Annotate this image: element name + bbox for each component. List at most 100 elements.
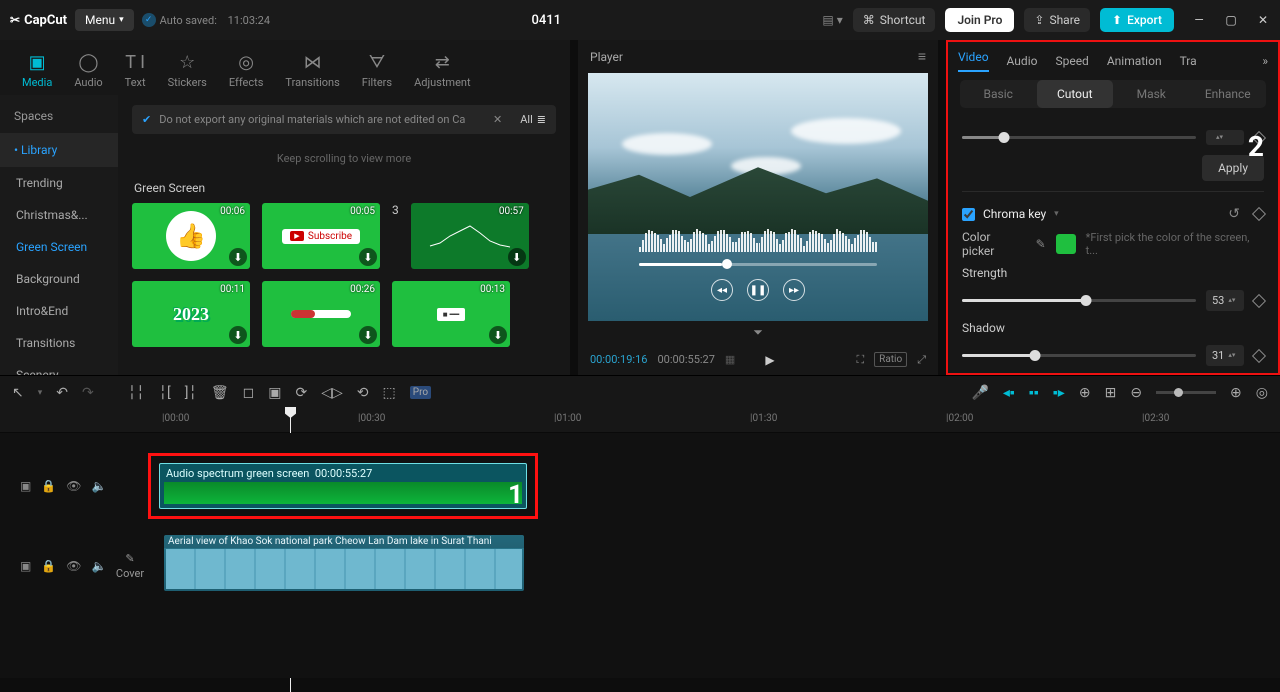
spinner-icon[interactable]: ▴▾ (1228, 352, 1235, 359)
menu-button[interactable]: Menu (75, 9, 134, 31)
tab-video-props[interactable]: Video (958, 50, 989, 72)
next-icon[interactable]: ▸▸ (783, 279, 805, 301)
shadow-value[interactable]: 31▴▾ (1206, 345, 1244, 366)
mirror-icon[interactable]: ◁▷ (321, 385, 343, 401)
track-group-icon[interactable]: ▣ (20, 559, 31, 573)
sidebar-item-transitions[interactable]: Transitions (0, 327, 118, 359)
tab-audio[interactable]: ◯Audio (64, 46, 112, 95)
collapse-icon[interactable]: ⏷ (578, 321, 938, 344)
track-visibility-icon[interactable]: 👁 (66, 559, 81, 573)
prev-icon[interactable]: ◂◂ (711, 279, 733, 301)
timeline-clip-overlay[interactable]: Audio spectrum green screen 00:00:55:27 (159, 463, 527, 509)
tab-filters[interactable]: ᗊFilters (352, 46, 402, 95)
tab-audio-props[interactable]: Audio (1007, 54, 1038, 68)
layout-icon[interactable]: ▤ ▾ (822, 13, 842, 27)
split-right-icon[interactable]: ]╎ (185, 385, 197, 401)
media-thumb[interactable]: ■ ━━ 00:13 ⬇ (392, 281, 510, 347)
tab-animation-props[interactable]: Animation (1107, 54, 1162, 68)
split-left-icon[interactable]: ╎[ (159, 385, 171, 401)
strength-value[interactable]: 53▴▾ (1206, 290, 1244, 311)
download-icon[interactable]: ⬇ (359, 326, 377, 344)
tab-transitions[interactable]: ⋈Transitions (275, 46, 349, 95)
delete-icon[interactable]: 🗑 (211, 385, 229, 401)
track-visibility-icon[interactable]: 👁 (66, 479, 81, 493)
zoom-in-icon[interactable]: ⊕ (1230, 385, 1242, 401)
media-thumb[interactable]: 2023 00:11 ⬇ (132, 281, 250, 347)
eyedropper-icon[interactable]: ✎ (1036, 237, 1046, 251)
ratio-button[interactable]: Ratio (874, 352, 907, 367)
sidebar-item-background[interactable]: Background (0, 263, 118, 295)
chroma-key-checkbox[interactable] (962, 208, 975, 221)
marker-icon[interactable]: ◻ (243, 385, 255, 401)
fullscreen-scan-icon[interactable]: ⛶ (856, 353, 864, 367)
join-pro-button[interactable]: Join Pro (945, 8, 1014, 32)
subtab-cutout[interactable]: Cutout (1037, 80, 1114, 108)
download-icon[interactable]: ⬇ (508, 248, 526, 266)
grid-icon[interactable]: ▦ (725, 353, 735, 366)
keyframe-icon[interactable] (1252, 207, 1266, 221)
cutout-slider[interactable] (962, 136, 1196, 139)
video-preview[interactable]: ◂◂ ❚❚ ▸▸ (588, 73, 928, 321)
sidebar-item-scenery[interactable]: Scenery (0, 359, 118, 375)
shortcut-button[interactable]: ⌘Shortcut (853, 8, 936, 32)
tab-text[interactable]: T IText (115, 46, 156, 95)
magnet-left-icon[interactable]: ◂▪ (1003, 384, 1015, 401)
subtab-basic[interactable]: Basic (960, 80, 1037, 108)
track-lock-icon[interactable]: 🔒 (41, 559, 56, 573)
tab-tracking-props[interactable]: Tra (1180, 54, 1197, 68)
strength-slider[interactable] (962, 299, 1196, 302)
mic-icon[interactable]: 🎤 (971, 385, 988, 401)
tab-effects[interactable]: ◎Effects (219, 46, 274, 95)
share-button[interactable]: ⇪Share (1024, 8, 1090, 32)
tab-speed-props[interactable]: Speed (1055, 54, 1088, 68)
close-icon[interactable]: ✕ (1256, 13, 1270, 27)
play-button[interactable]: ▶ (765, 353, 774, 367)
preview-progress[interactable] (639, 263, 877, 266)
play-pause-icon[interactable]: ❚❚ (747, 279, 769, 301)
media-thumb[interactable]: 00:57 ⬇ (411, 203, 529, 269)
download-icon[interactable]: ⬇ (359, 248, 377, 266)
track-mute-icon[interactable]: 🔈 (92, 479, 107, 493)
expand-icon[interactable]: ⤢ (917, 353, 926, 367)
spinner-icon[interactable]: ▴▾ (1216, 134, 1223, 141)
keyframe-icon[interactable] (1252, 293, 1266, 307)
redo-icon[interactable]: ↷ (82, 385, 94, 401)
minimize-icon[interactable]: — (1192, 13, 1206, 27)
subtab-enhance[interactable]: Enhance (1190, 80, 1267, 108)
fit-icon[interactable]: ◎ (1256, 385, 1268, 401)
media-thumb[interactable]: 00:26 ⬇ (262, 281, 380, 347)
reset-icon[interactable]: ↺ (1228, 206, 1240, 222)
spinner-icon[interactable]: ▴▾ (1228, 297, 1235, 304)
sidebar-item-spaces[interactable]: Spaces (0, 99, 118, 133)
sidebar-item-library[interactable]: • Library (0, 133, 118, 167)
download-icon[interactable]: ⬇ (229, 326, 247, 344)
player-settings-icon[interactable]: ≡ (918, 48, 926, 65)
cursor-tool-icon[interactable]: ↖ (12, 385, 24, 401)
sidebar-item-introend[interactable]: Intro&End (0, 295, 118, 327)
download-icon[interactable]: ⬇ (489, 326, 507, 344)
keyframe-icon[interactable] (1252, 348, 1266, 362)
export-button[interactable]: ⬆Export (1100, 8, 1174, 32)
sidebar-item-christmas[interactable]: Christmas&... (0, 199, 118, 231)
snap-icon[interactable]: ⊞ (1105, 385, 1117, 401)
maximize-icon[interactable]: ▢ (1224, 13, 1238, 27)
track-lock-icon[interactable]: 🔒 (41, 479, 56, 493)
split-icon[interactable]: ╎╎ (128, 385, 145, 401)
timeline-ruler[interactable]: |00:00 |00:30 |01:00 |01:30 |02:00 |02:3… (0, 409, 1280, 433)
color-swatch[interactable] (1056, 234, 1076, 254)
more-tabs-icon[interactable]: » (1262, 54, 1268, 68)
notice-close-icon[interactable]: ✕ (493, 113, 502, 126)
track-group-icon[interactable]: ▣ (20, 479, 31, 493)
media-thumb[interactable]: 👍 00:06 ⬇ (132, 203, 250, 269)
zoom-slider[interactable] (1156, 391, 1216, 394)
sidebar-item-greenscreen[interactable]: Green Screen (0, 231, 118, 263)
zoom-out-icon[interactable]: ⊖ (1130, 385, 1142, 401)
media-thumb[interactable]: Subscribe 00:05 ⬇ (262, 203, 380, 269)
shadow-slider[interactable] (962, 354, 1196, 357)
subtab-mask[interactable]: Mask (1113, 80, 1190, 108)
download-icon[interactable]: ⬇ (229, 248, 247, 266)
auto-icon[interactable]: Pro (410, 386, 431, 399)
magnet-icon[interactable]: ▪▪ (1029, 384, 1039, 401)
crop-icon[interactable]: ⬚ (383, 385, 396, 401)
tab-media[interactable]: ▣Media (12, 46, 62, 95)
